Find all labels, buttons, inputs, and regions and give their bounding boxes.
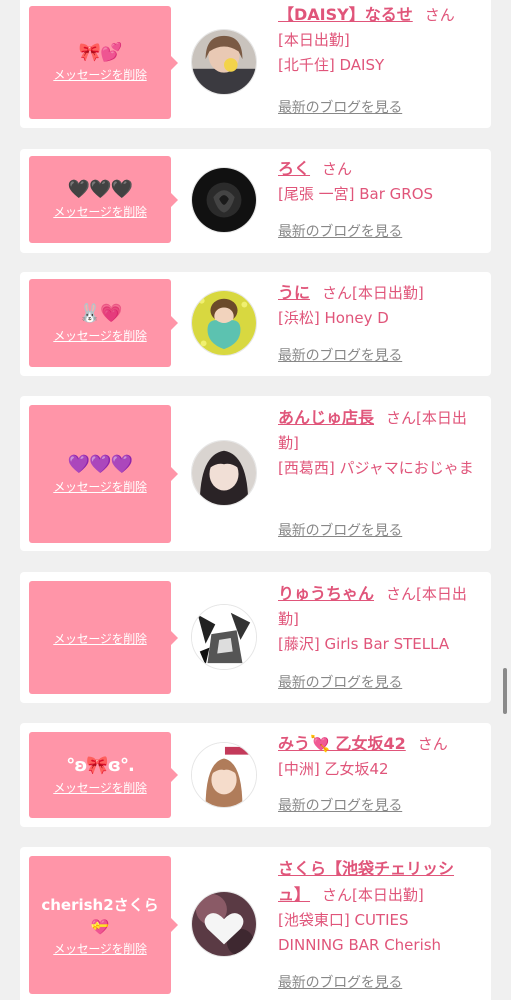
profile-info: あんじゅ店長 さん[本日出勤] [西葛西] パジャマにおじゃま <box>278 405 478 481</box>
message-bubble[interactable]: °ʚ🎀ɞ°. メッセージを削除 <box>29 732 178 818</box>
honorific: さん <box>322 886 353 904</box>
message-text: °ʚ🎀ɞ°. <box>66 754 135 776</box>
honorific: さん <box>322 284 353 302</box>
avatar[interactable] <box>191 290 257 356</box>
favorite-card: メッセージを削除 りゅうちゃん さん[本日出勤] [藤沢] Girls Bar S… <box>20 572 491 703</box>
avatar[interactable] <box>191 167 257 233</box>
honorific: さん <box>386 409 417 427</box>
cast-name-link[interactable]: みう💘 乙女坂42 <box>278 734 406 753</box>
message-bubble[interactable]: cherish2さくら💝 メッセージを削除 <box>29 856 178 994</box>
avatar[interactable] <box>191 891 257 957</box>
avatar[interactable] <box>191 440 257 506</box>
scrollbar[interactable] <box>503 668 507 714</box>
message-bubble[interactable]: メッセージを削除 <box>29 581 178 694</box>
message-text: 🎀💕 <box>78 42 123 63</box>
message-text: 💜💜💜 <box>67 453 133 475</box>
favorite-card: cherish2さくら💝 メッセージを削除 さくら【池袋チェリッシュ】 さん[本日… <box>20 847 491 1000</box>
message-bubble[interactable]: 🖤🖤🖤 メッセージを削除 <box>29 156 178 243</box>
shop-name: [西葛西] パジャマにおじゃま <box>278 459 474 477</box>
honorific: さん <box>386 585 417 603</box>
message-text: 🐰💗 <box>78 302 123 324</box>
profile-info: うに さん[本日出勤] [浜松] Honey D <box>278 280 478 331</box>
favorite-card: 🖤🖤🖤 メッセージを削除 ろく さん [尾張 一宮] Bar GROS 最新のブロ… <box>20 149 491 253</box>
shop-name: [尾張 一宮] Bar GROS <box>278 185 434 203</box>
cast-name-link[interactable]: 【DAISY】なるせ <box>278 5 413 24</box>
cast-name-link[interactable]: りゅうちゃん <box>278 584 374 603</box>
latest-blog-link[interactable]: 最新のブログを見る <box>278 672 402 692</box>
message-bubble[interactable]: 🐰💗 メッセージを削除 <box>29 279 178 367</box>
delete-message-link[interactable]: メッセージを削除 <box>53 478 147 495</box>
shop-name: [藤沢] Girls Bar STELLA <box>278 635 450 653</box>
delete-message-link[interactable]: メッセージを削除 <box>53 630 147 647</box>
work-status: [本日出勤] <box>352 284 424 302</box>
work-status: [本日出勤] <box>352 886 424 904</box>
honorific: さん <box>424 6 455 24</box>
latest-blog-link[interactable]: 最新のブログを見る <box>278 520 402 540</box>
shop-name: [浜松] Honey D <box>278 309 389 327</box>
message-text: 🖤🖤🖤 <box>67 179 133 200</box>
profile-info: りゅうちゃん さん[本日出勤] [藤沢] Girls Bar STELLA <box>278 581 478 657</box>
cast-name-link[interactable]: うに <box>278 283 310 302</box>
favorites-page: 🎀💕 メッセージを削除 【DAISY】なるせ さん [本日出勤] [北千住] DA… <box>0 0 511 1000</box>
shop-name: [中洲] 乙女坂42 <box>278 760 389 778</box>
avatar[interactable] <box>191 742 257 808</box>
favorite-card: 🐰💗 メッセージを削除 うに さん[本日出勤] [浜松] Honey D 最新のブ… <box>20 272 491 376</box>
cast-name-link[interactable]: あんじゅ店長 <box>278 408 374 427</box>
shop-name: [北千住] DAISY <box>278 56 385 74</box>
profile-info: ろく さん [尾張 一宮] Bar GROS <box>278 156 478 207</box>
cast-name-link[interactable]: ろく <box>278 159 310 178</box>
favorite-card: 🎀💕 メッセージを削除 【DAISY】なるせ さん [本日出勤] [北千住] DA… <box>20 0 491 128</box>
delete-message-link[interactable]: メッセージを削除 <box>53 66 147 83</box>
shop-name: [池袋東口] CUTIES DINNING BAR Cherish <box>278 911 442 954</box>
profile-info: 【DAISY】なるせ さん [本日出勤] [北千住] DAISY <box>278 2 478 78</box>
honorific: さん <box>417 735 448 753</box>
work-status: [本日出勤] <box>278 31 350 49</box>
latest-blog-link[interactable]: 最新のブログを見る <box>278 345 402 365</box>
honorific: さん <box>322 160 353 178</box>
latest-blog-link[interactable]: 最新のブログを見る <box>278 972 402 992</box>
message-bubble[interactable]: 💜💜💜 メッセージを削除 <box>29 405 178 543</box>
latest-blog-link[interactable]: 最新のブログを見る <box>278 795 402 815</box>
delete-message-link[interactable]: メッセージを削除 <box>53 327 147 344</box>
avatar[interactable] <box>191 29 257 95</box>
latest-blog-link[interactable]: 最新のブログを見る <box>278 221 402 241</box>
message-bubble[interactable]: 🎀💕 メッセージを削除 <box>29 6 178 119</box>
avatar[interactable] <box>191 604 257 670</box>
favorite-card: 💜💜💜 メッセージを削除 あんじゅ店長 さん[本日出勤] [西葛西] パジャマにお… <box>20 396 491 551</box>
profile-info: みう💘 乙女坂42 さん [中洲] 乙女坂42 <box>278 731 478 782</box>
delete-message-link[interactable]: メッセージを削除 <box>53 779 147 796</box>
delete-message-link[interactable]: メッセージを削除 <box>53 203 147 220</box>
message-text: cherish2さくら💝 <box>41 895 159 936</box>
latest-blog-link[interactable]: 最新のブログを見る <box>278 97 402 117</box>
delete-message-link[interactable]: メッセージを削除 <box>53 940 147 957</box>
favorite-card: °ʚ🎀ɞ°. メッセージを削除 みう💘 乙女坂42 さん [中洲] 乙女坂42 最… <box>20 723 491 827</box>
profile-info: さくら【池袋チェリッシュ】 さん[本日出勤] [池袋東口] CUTIES DINN… <box>278 856 478 958</box>
